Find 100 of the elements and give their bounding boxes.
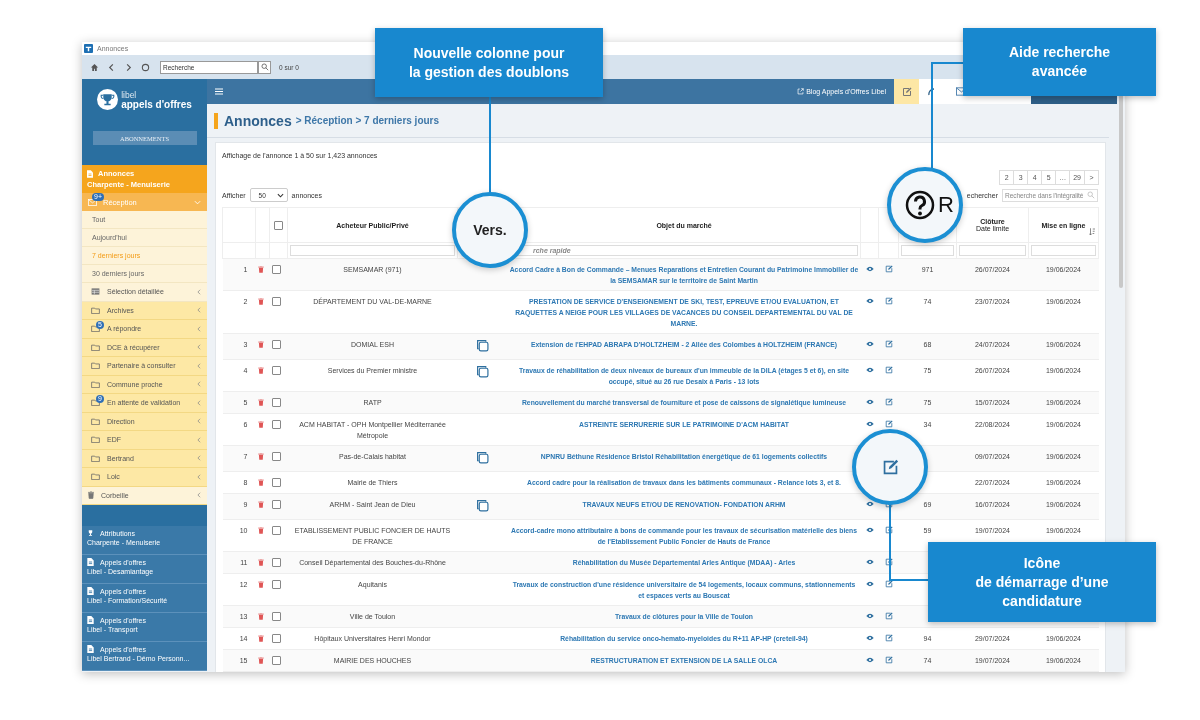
view-icon[interactable] — [865, 500, 874, 507]
edit-icon[interactable] — [884, 525, 893, 534]
row-checkbox[interactable] — [271, 297, 281, 307]
search-icon — [1087, 191, 1095, 199]
delete-icon[interactable] — [257, 297, 264, 305]
filter-field[interactable] — [290, 245, 455, 256]
delete-icon[interactable] — [257, 478, 264, 486]
document-icon — [87, 169, 93, 178]
folder-icon — [91, 454, 100, 462]
edit-icon[interactable] — [884, 339, 893, 348]
edit-icon[interactable] — [884, 557, 893, 566]
delete-icon[interactable] — [257, 265, 264, 273]
delete-icon[interactable] — [257, 500, 264, 508]
copy-icon[interactable] — [476, 450, 489, 464]
document-icon — [87, 587, 94, 595]
edit-icon[interactable] — [884, 365, 893, 374]
edit-icon[interactable] — [884, 611, 893, 620]
delete-icon[interactable] — [257, 398, 264, 406]
view-icon[interactable] — [865, 656, 874, 663]
chevron-icon — [197, 492, 201, 499]
edit-icon — [901, 86, 912, 97]
filter-field[interactable] — [959, 245, 1026, 256]
view-icon[interactable] — [865, 420, 874, 427]
delete-icon[interactable] — [257, 656, 264, 664]
callout-text: Icône de démarrage d’une candidature — [975, 553, 1109, 611]
view-icon[interactable] — [865, 398, 874, 405]
edit-icon[interactable] — [884, 296, 893, 305]
lens-text: R — [938, 192, 954, 218]
row-checkbox[interactable] — [271, 340, 281, 350]
chevron-icon — [197, 344, 201, 351]
row-checkbox[interactable] — [271, 500, 281, 510]
filter-field[interactable] — [1031, 245, 1096, 256]
copy-icon[interactable] — [476, 338, 489, 352]
folder-icon — [91, 325, 100, 333]
view-icon[interactable] — [865, 297, 874, 304]
toolbar-button[interactable] — [894, 79, 919, 104]
delete-icon[interactable] — [257, 526, 264, 534]
row-checkbox[interactable] — [271, 580, 281, 590]
forward-icon[interactable] — [124, 62, 133, 72]
refresh-icon[interactable] — [141, 62, 150, 72]
folder-icon — [91, 362, 100, 370]
row-checkbox[interactable] — [271, 478, 281, 488]
row-checkbox[interactable] — [271, 398, 281, 408]
back-icon[interactable] — [107, 62, 116, 72]
folder-icon — [91, 399, 100, 407]
view-icon[interactable] — [865, 526, 874, 533]
view-icon[interactable] — [865, 580, 874, 587]
edit-icon[interactable] — [884, 633, 893, 642]
lens-text: Vers. — [473, 222, 507, 238]
row-checkbox[interactable] — [271, 265, 281, 275]
inbox-icon — [88, 198, 97, 206]
edit-icon[interactable] — [884, 579, 893, 588]
view-icon[interactable] — [865, 340, 874, 347]
search-button[interactable] — [258, 60, 271, 74]
chevron-icon — [197, 436, 201, 443]
row-checkbox[interactable] — [271, 558, 281, 568]
delete-icon[interactable] — [257, 452, 264, 460]
edit-icon[interactable] — [884, 264, 893, 273]
copy-icon[interactable] — [476, 364, 489, 378]
page-title: Annonces — [214, 112, 292, 129]
edit-icon[interactable] — [884, 419, 893, 428]
view-icon[interactable] — [865, 612, 874, 619]
delete-icon[interactable] — [257, 612, 264, 620]
copy-icon[interactable] — [476, 498, 489, 512]
chevron-icon — [197, 399, 201, 406]
select-all-checkbox[interactable] — [274, 220, 283, 230]
view-icon[interactable] — [865, 558, 874, 565]
delete-icon[interactable] — [257, 558, 264, 566]
folder-icon — [91, 380, 100, 388]
row-checkbox[interactable] — [271, 526, 281, 536]
delete-icon[interactable] — [257, 420, 264, 428]
view-icon[interactable] — [865, 634, 874, 641]
document-icon — [87, 558, 94, 566]
view-icon[interactable] — [865, 366, 874, 373]
home-icon[interactable] — [90, 62, 99, 72]
delete-icon[interactable] — [257, 340, 264, 348]
view-icon[interactable] — [865, 265, 874, 272]
table-icon — [91, 288, 100, 296]
folder-icon — [91, 417, 100, 425]
chevron-icon — [197, 307, 201, 314]
folder-icon — [91, 473, 100, 481]
menu-icon[interactable] — [215, 88, 223, 95]
row-checkbox[interactable] — [271, 656, 281, 666]
row-checkbox[interactable] — [271, 366, 281, 376]
toolbar-button[interactable] — [919, 79, 947, 104]
delete-icon[interactable] — [257, 634, 264, 642]
delete-icon[interactable] — [257, 366, 264, 374]
edit-icon[interactable] — [884, 655, 893, 664]
chevron-icon — [197, 288, 201, 295]
chevron-icon — [197, 418, 201, 425]
trash-icon — [88, 491, 94, 500]
row-checkbox[interactable] — [271, 452, 281, 462]
filter-field[interactable] — [901, 245, 954, 256]
edit-icon[interactable] — [884, 397, 893, 406]
row-checkbox[interactable] — [271, 612, 281, 622]
delete-icon[interactable] — [257, 580, 264, 588]
folder-icon — [91, 343, 100, 351]
row-checkbox[interactable] — [271, 420, 281, 430]
sort-icon[interactable] — [1089, 227, 1096, 236]
row-checkbox[interactable] — [271, 634, 281, 644]
